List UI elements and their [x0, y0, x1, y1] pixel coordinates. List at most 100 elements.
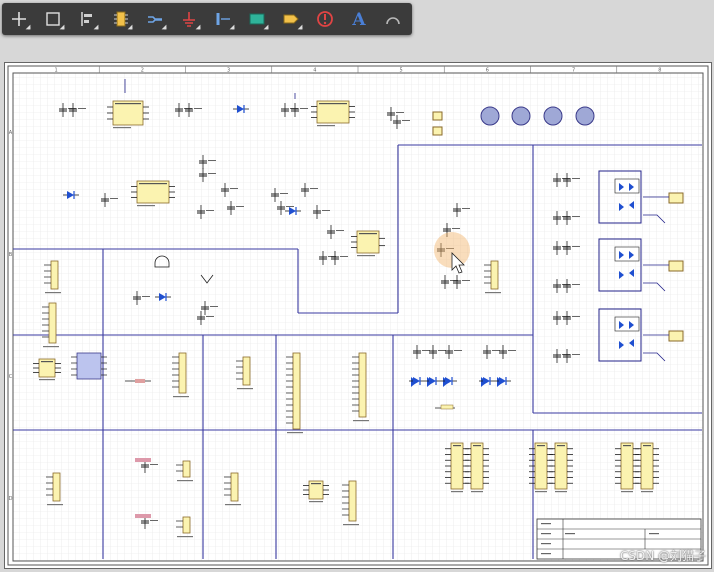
schematic-canvas[interactable]: 1 2 3 4 5 6 7 8 A B C D	[5, 63, 711, 568]
cap-label	[492, 350, 500, 351]
component-icon	[114, 11, 128, 27]
bus-tool-button[interactable]	[206, 3, 240, 35]
ground-tool-button[interactable]	[172, 3, 206, 35]
wire-tool-button[interactable]	[138, 3, 172, 35]
ic-u3	[131, 180, 175, 207]
ic-u1	[107, 100, 149, 129]
arc-tool-button[interactable]	[376, 3, 410, 35]
mounting-hole	[575, 106, 595, 126]
border-column-label: 2	[141, 68, 144, 74]
ic-designator	[317, 125, 335, 127]
ic-designator	[39, 379, 55, 381]
ic-designator	[357, 255, 375, 257]
border-row-label: D	[9, 496, 13, 502]
cap-label	[236, 206, 244, 207]
connector-label	[287, 432, 303, 434]
connector-body	[348, 480, 357, 522]
ic-label-mark	[115, 103, 141, 105]
connector-body	[358, 352, 367, 418]
ic-label-mark	[623, 445, 631, 447]
ic-label-mark	[41, 361, 53, 363]
title-block-field	[541, 543, 551, 545]
connector-body	[242, 356, 251, 386]
title-block-field	[541, 533, 551, 535]
connector-body	[52, 472, 61, 502]
border-row-label: B	[9, 252, 13, 258]
small-part	[432, 126, 443, 136]
ic-u6	[76, 352, 102, 380]
connector-body	[48, 302, 57, 344]
crosshair-tool-button[interactable]	[2, 3, 36, 35]
connector-body	[178, 352, 187, 394]
arc-icon	[386, 17, 400, 25]
cap-label	[452, 228, 460, 229]
opto-connector	[668, 260, 684, 272]
cap-label	[150, 464, 158, 465]
title-block-field	[565, 533, 575, 535]
cap-label	[208, 160, 216, 161]
cap-label	[422, 350, 430, 351]
component-tool-button[interactable]	[104, 3, 138, 35]
cap-label	[572, 354, 580, 355]
ic-designator	[535, 491, 547, 493]
ic-body	[554, 442, 568, 490]
ic-body	[534, 442, 548, 490]
sheet-symbol-icon	[249, 13, 265, 25]
cap-label	[230, 188, 238, 189]
wire-icon	[148, 16, 162, 23]
cap-label	[336, 230, 344, 231]
ic-designator	[471, 491, 483, 493]
connector-label	[485, 292, 501, 294]
ic-label-mark	[643, 445, 651, 447]
schematic-sheet[interactable]: 1 2 3 4 5 6 7 8 A B C D	[4, 62, 712, 569]
mounting-hole	[511, 106, 531, 126]
mounting-hole	[543, 106, 563, 126]
cap-label	[310, 188, 318, 189]
cap-label	[300, 108, 308, 109]
opto-connector	[668, 330, 684, 342]
ic-body	[112, 100, 144, 126]
text-tool-button[interactable]: A	[342, 3, 376, 35]
crosshair-icon	[12, 12, 26, 26]
ic-label-mark	[537, 445, 545, 447]
cap-label	[206, 210, 214, 211]
connector-label	[353, 420, 369, 422]
border-column-label: 1	[55, 68, 58, 74]
connector-label	[43, 346, 59, 348]
ic-label-mark	[359, 233, 377, 235]
ic-body	[620, 442, 634, 490]
connector-label	[45, 292, 61, 294]
resistor	[135, 514, 151, 518]
ic-designator	[555, 491, 567, 493]
cap-label	[206, 316, 214, 317]
border-column-label: 3	[227, 68, 230, 74]
cap-label	[280, 193, 288, 194]
resistor	[135, 379, 145, 383]
ic-body	[136, 180, 170, 204]
cap-label	[572, 246, 580, 247]
resistor	[440, 404, 454, 410]
align-tool-button[interactable]	[70, 3, 104, 35]
cap-label	[572, 284, 580, 285]
ic-designator	[621, 491, 633, 493]
no-erc-tool-button[interactable]	[308, 3, 342, 35]
title-block-field	[541, 553, 551, 555]
select-rectangle-tool-button[interactable]	[36, 3, 70, 35]
ic-label-mark	[311, 483, 321, 485]
connector-label	[177, 480, 193, 482]
ic-label-mark	[473, 445, 481, 447]
opto-chip	[614, 178, 640, 194]
ic-body	[640, 442, 654, 490]
connector-label	[177, 536, 193, 538]
bus-icon	[216, 13, 230, 25]
opto-connector	[668, 192, 684, 204]
cap-label	[210, 306, 218, 307]
ic-label-mark	[557, 445, 565, 447]
opto-chip	[614, 246, 640, 262]
border-column-label: 4	[313, 68, 316, 74]
sheet-symbol-tool-button[interactable]	[240, 3, 274, 35]
border-column-label: 6	[486, 68, 489, 74]
connector-body	[50, 260, 59, 290]
connector-label	[343, 524, 359, 526]
port-tool-button[interactable]	[274, 3, 308, 35]
